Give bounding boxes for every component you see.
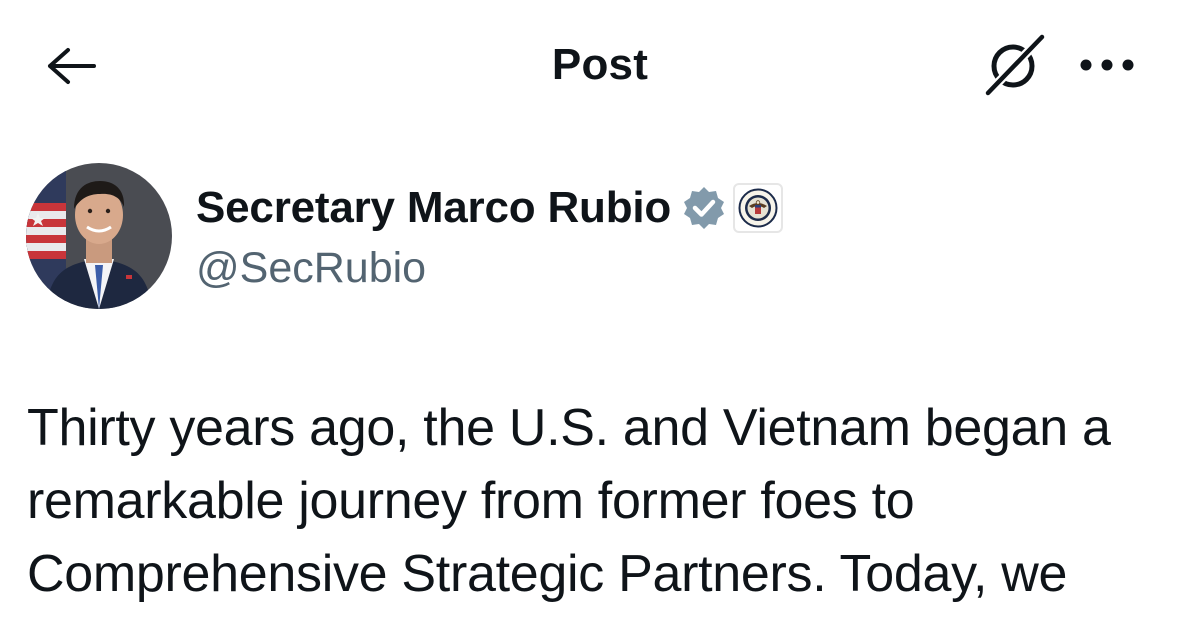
profile-photo-icon	[26, 163, 172, 309]
more-dots-icon	[1080, 59, 1134, 71]
state-department-seal-icon	[738, 188, 778, 228]
affiliate-badge[interactable]	[733, 183, 784, 233]
more-options-button[interactable]	[1072, 40, 1142, 90]
post-page: Post Secretary Marco Rubio @SecRubio Thi…	[0, 0, 1200, 630]
grok-button[interactable]	[980, 32, 1050, 98]
avatar[interactable]	[26, 163, 172, 309]
author-handle[interactable]: @SecRubio	[196, 244, 426, 293]
author-name[interactable]: Secretary Marco Rubio	[196, 183, 671, 233]
post-text: Thirty years ago, the U.S. and Vietnam b…	[27, 399, 1111, 603]
top-bar: Post	[0, 0, 1200, 130]
author-name-row: Secretary Marco Rubio	[196, 180, 784, 236]
verified-badge-icon[interactable]	[681, 185, 727, 231]
grok-icon	[983, 33, 1047, 97]
